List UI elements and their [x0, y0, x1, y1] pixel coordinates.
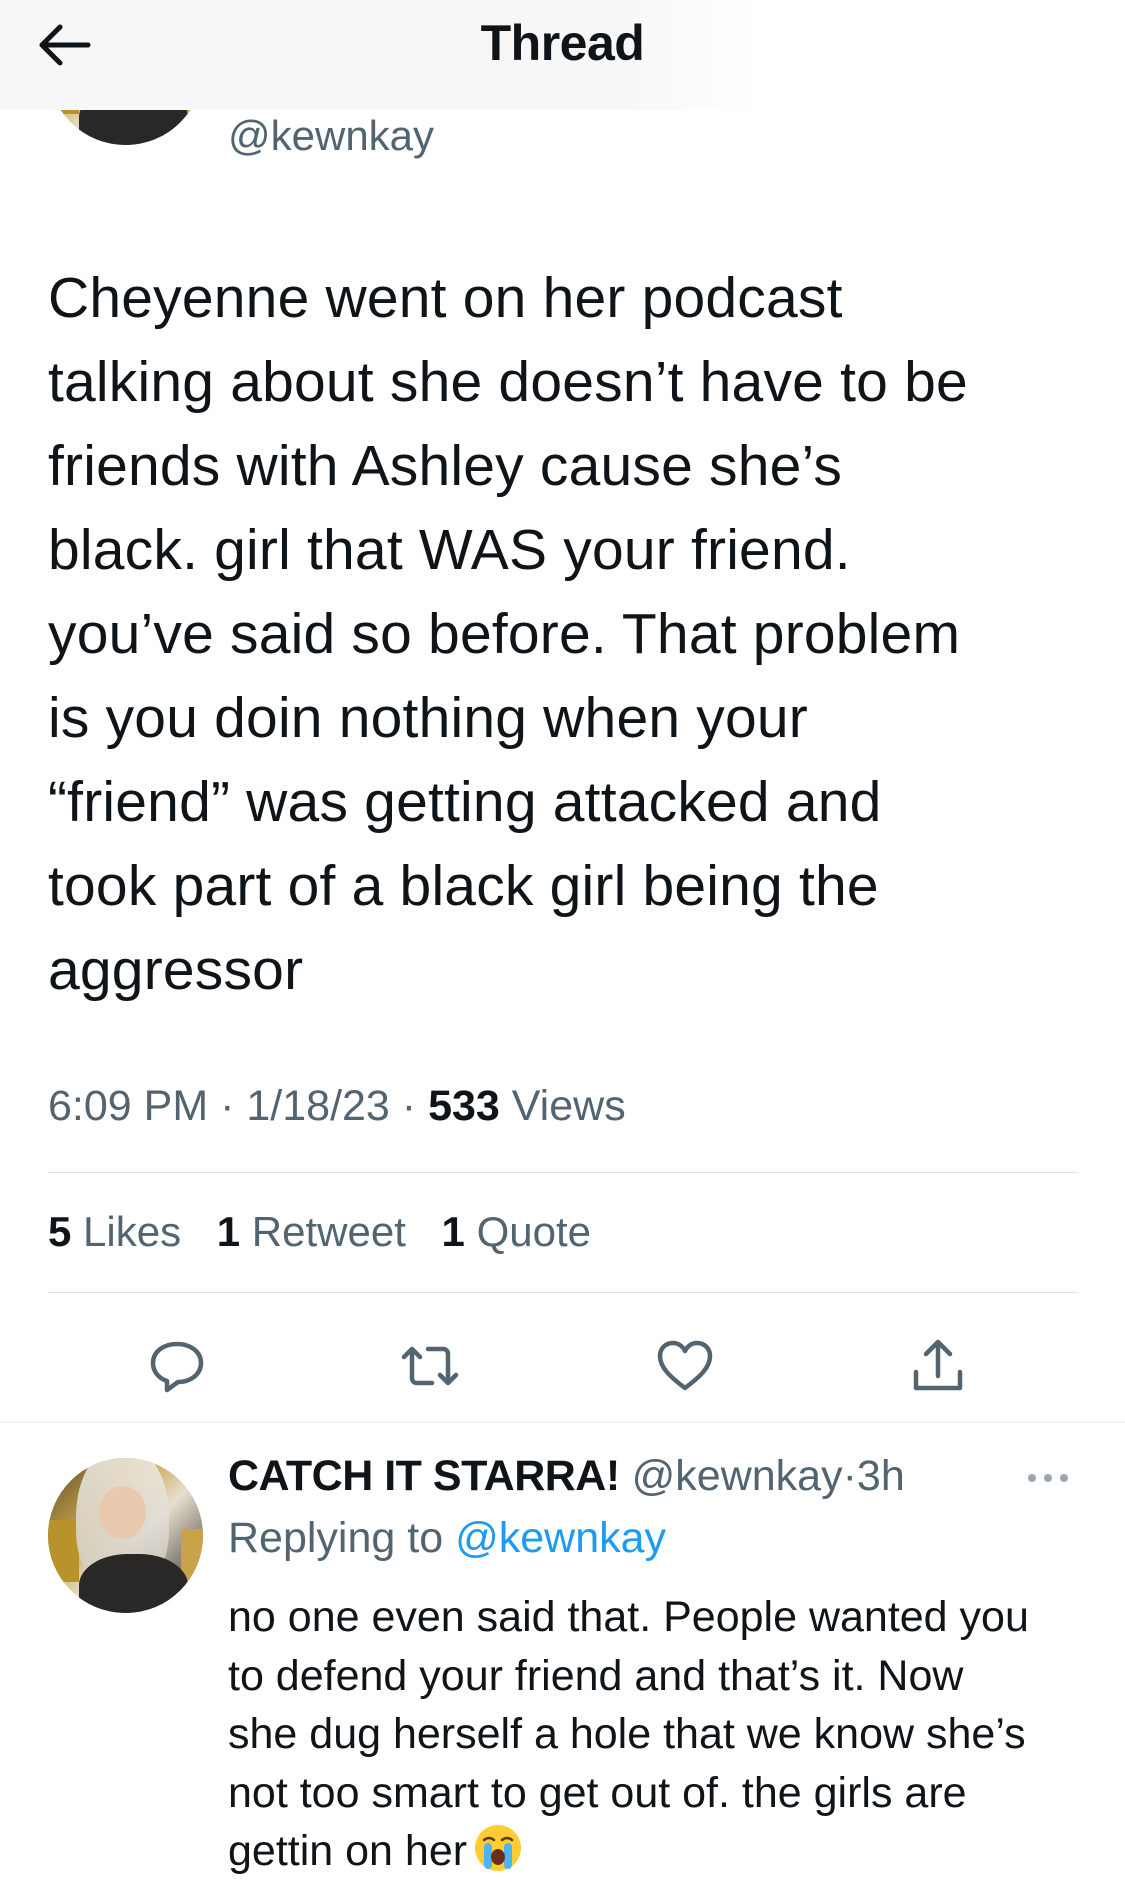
more-options-button[interactable]	[1024, 1458, 1072, 1498]
reply-handle[interactable]: @kewnkay	[632, 1452, 843, 1500]
reply-text-line: no one even said that. People wanted you	[228, 1593, 1029, 1641]
likes-stat[interactable]: 5 Likes	[48, 1208, 181, 1255]
quotes-label: Quote	[476, 1208, 591, 1255]
author-handle[interactable]: @kewnkay	[228, 112, 434, 160]
likes-count: 5	[48, 1208, 72, 1255]
tweet-text-line: Cheyenne went on her podcast	[48, 266, 843, 330]
tweet-text-line: took part of a black girl being the	[48, 854, 879, 918]
like-button[interactable]	[653, 1334, 717, 1398]
loudly-crying-face-emoji	[475, 1825, 522, 1871]
reply-text-line: not too smart to get out of. the girls a…	[228, 1768, 967, 1817]
reply-icon	[150, 1341, 204, 1393]
heart-icon	[657, 1340, 713, 1391]
reply-button[interactable]	[145, 1334, 209, 1398]
retweets-count: 1	[216, 1208, 241, 1255]
tweet-text-line: you’ve said so before. That problem	[48, 602, 961, 666]
retweet-icon	[401, 1346, 459, 1386]
divider	[48, 1172, 1078, 1173]
retweets-stat[interactable]: 1 Retweet	[217, 1208, 406, 1255]
replying-prefix: Replying to	[228, 1514, 444, 1562]
tweet-text: Cheyenne went on her podcast talking abo…	[48, 256, 1088, 1012]
top-bar: Thread	[0, 0, 760, 110]
share-button[interactable]	[906, 1334, 970, 1398]
engagement-stats: 5 Likes 1 Retweet 1 Quote	[48, 1208, 615, 1256]
likes-label: Likes	[83, 1208, 182, 1255]
quotes-stat[interactable]: 1 Quote	[442, 1208, 591, 1255]
tweet-meta: 6:09 PM · 1/18/23 · 533 Views	[48, 1082, 626, 1130]
more-icon	[1028, 1474, 1068, 1482]
reply-text-line: she dug herself a hole that we know she’…	[228, 1710, 1026, 1758]
tweet-text-line: talking about she doesn’t have to be	[48, 350, 968, 414]
reply-text-line: to defend your friend and that’s it. Now	[228, 1651, 964, 1700]
tweet-text-line: is you doin nothing when your	[48, 686, 808, 750]
share-icon	[913, 1339, 963, 1391]
reply-text-line: gettin on her	[228, 1827, 468, 1875]
tweet-time: 6:09 PM	[48, 1082, 209, 1130]
divider	[48, 1292, 1078, 1293]
reply-header: CATCH IT STARRA! @kewnkay·3h	[228, 1452, 905, 1501]
replying-to-link[interactable]: @kewnkay	[455, 1514, 666, 1562]
tweet-text-line: black. girl that WAS your friend.	[48, 518, 851, 582]
section-divider	[0, 1421, 1125, 1423]
reply-text-line-last: gettin on her	[228, 1822, 1108, 1881]
reply-time[interactable]: 3h	[857, 1452, 905, 1500]
views-count: 533	[428, 1082, 500, 1130]
reply-author-avatar[interactable]	[48, 1458, 203, 1613]
retweets-label: Retweet	[251, 1208, 406, 1255]
replying-to: Replying to @kewnkay	[228, 1514, 666, 1563]
page-title: Thread	[480, 15, 645, 71]
retweet-button[interactable]	[398, 1334, 462, 1398]
quotes-count: 1	[441, 1208, 465, 1255]
tweet-text-line: “friend” was getting attacked and	[48, 770, 882, 834]
tweet-date: 1/18/23	[246, 1082, 390, 1130]
tweet-text-line: aggressor	[48, 938, 304, 1002]
reply-display-name[interactable]: CATCH IT STARRA!	[228, 1452, 620, 1500]
reply-text: no one even said that. People wanted you…	[228, 1588, 1108, 1881]
tweet-text-line: friends with Ashley cause she’s	[48, 434, 843, 498]
views-label: Views	[511, 1082, 626, 1130]
reply-separator: ·	[842, 1452, 857, 1500]
